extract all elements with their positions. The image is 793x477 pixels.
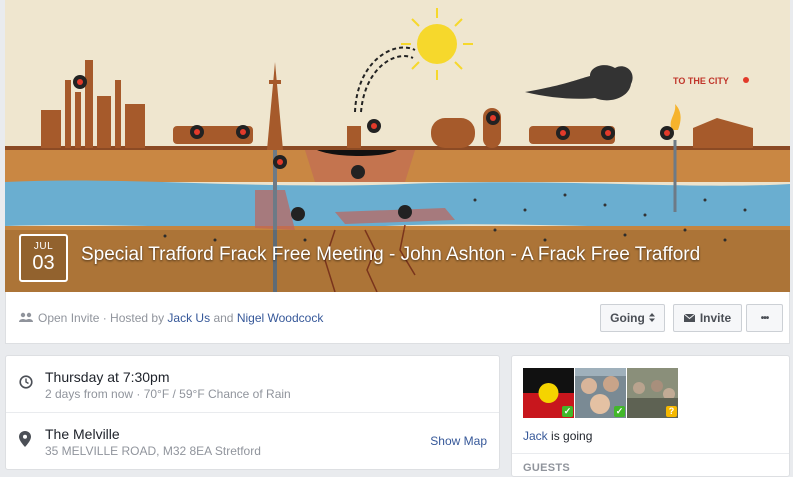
avatar[interactable]: ?: [627, 368, 678, 418]
hosted-by-text: · Hosted by: [102, 311, 165, 325]
guests-card: ✓ ✓ ? Jack is going GUESTS: [511, 355, 790, 477]
event-month: JUL: [33, 241, 54, 252]
to-the-city-caption: TO THE CITY: [673, 76, 729, 86]
host-line: Open Invite · Hosted by Jack Us and Nige…: [19, 311, 323, 325]
event-details-card: Thursday at 7:30pm 2 days from now · 70°…: [5, 355, 500, 470]
event-location-row[interactable]: The Melville 35 MELVILLE ROAD, M32 8EA S…: [6, 413, 499, 470]
map-pin-icon: [19, 431, 31, 452]
invite-label: Invite: [699, 311, 732, 325]
event-time: Thursday at 7:30pm: [45, 369, 170, 385]
event-time-weather: 2 days from now · 70°F / 59°F Chance of …: [45, 387, 291, 401]
and-text: and: [213, 311, 234, 325]
host-link-jack-us[interactable]: Jack Us: [167, 311, 210, 325]
event-page: TO THE CITY JUL 03 Special Trafford Frac…: [0, 0, 793, 477]
event-cover-photo[interactable]: TO THE CITY JUL 03 Special Trafford Frac…: [5, 0, 790, 292]
avatar[interactable]: ✓: [523, 368, 574, 418]
maybe-question-badge: ?: [666, 406, 677, 417]
invite-button[interactable]: Invite: [673, 304, 742, 332]
guest-link-jack[interactable]: Jack: [523, 429, 548, 443]
venue-name[interactable]: The Melville: [45, 426, 120, 442]
host-link-nigel-woodcock[interactable]: Nigel Woodcock: [237, 311, 323, 325]
people-icon: [19, 311, 33, 325]
privacy-label: Open Invite: [38, 311, 100, 325]
event-title: Special Trafford Frack Free Meeting - Jo…: [81, 244, 701, 265]
avatar[interactable]: ✓: [575, 368, 626, 418]
event-date-box: JUL 03: [19, 234, 68, 282]
event-day: 03: [32, 252, 55, 274]
venue-address: 35 MELVILLE ROAD, M32 8EA Stretford: [45, 444, 261, 458]
clock-icon: [19, 375, 33, 394]
going-label: Going: [610, 311, 645, 325]
show-map-link[interactable]: Show Map: [430, 434, 487, 448]
more-options-button[interactable]: •••: [746, 304, 783, 332]
event-time-row[interactable]: Thursday at 7:30pm 2 days from now · 70°…: [6, 356, 499, 413]
going-button[interactable]: Going: [600, 304, 665, 332]
going-summary: Jack is going: [523, 429, 592, 443]
more-dots-icon: •••: [760, 312, 769, 324]
event-info-bar: Open Invite · Hosted by Jack Us and Nige…: [5, 292, 790, 344]
guests-heading: GUESTS: [523, 462, 571, 474]
going-check-badge: ✓: [562, 406, 573, 417]
going-text: is going: [551, 429, 593, 443]
updown-caret-icon: [648, 311, 655, 325]
envelope-icon: [683, 311, 696, 325]
divider: [512, 453, 789, 454]
going-check-badge: ✓: [614, 406, 625, 417]
